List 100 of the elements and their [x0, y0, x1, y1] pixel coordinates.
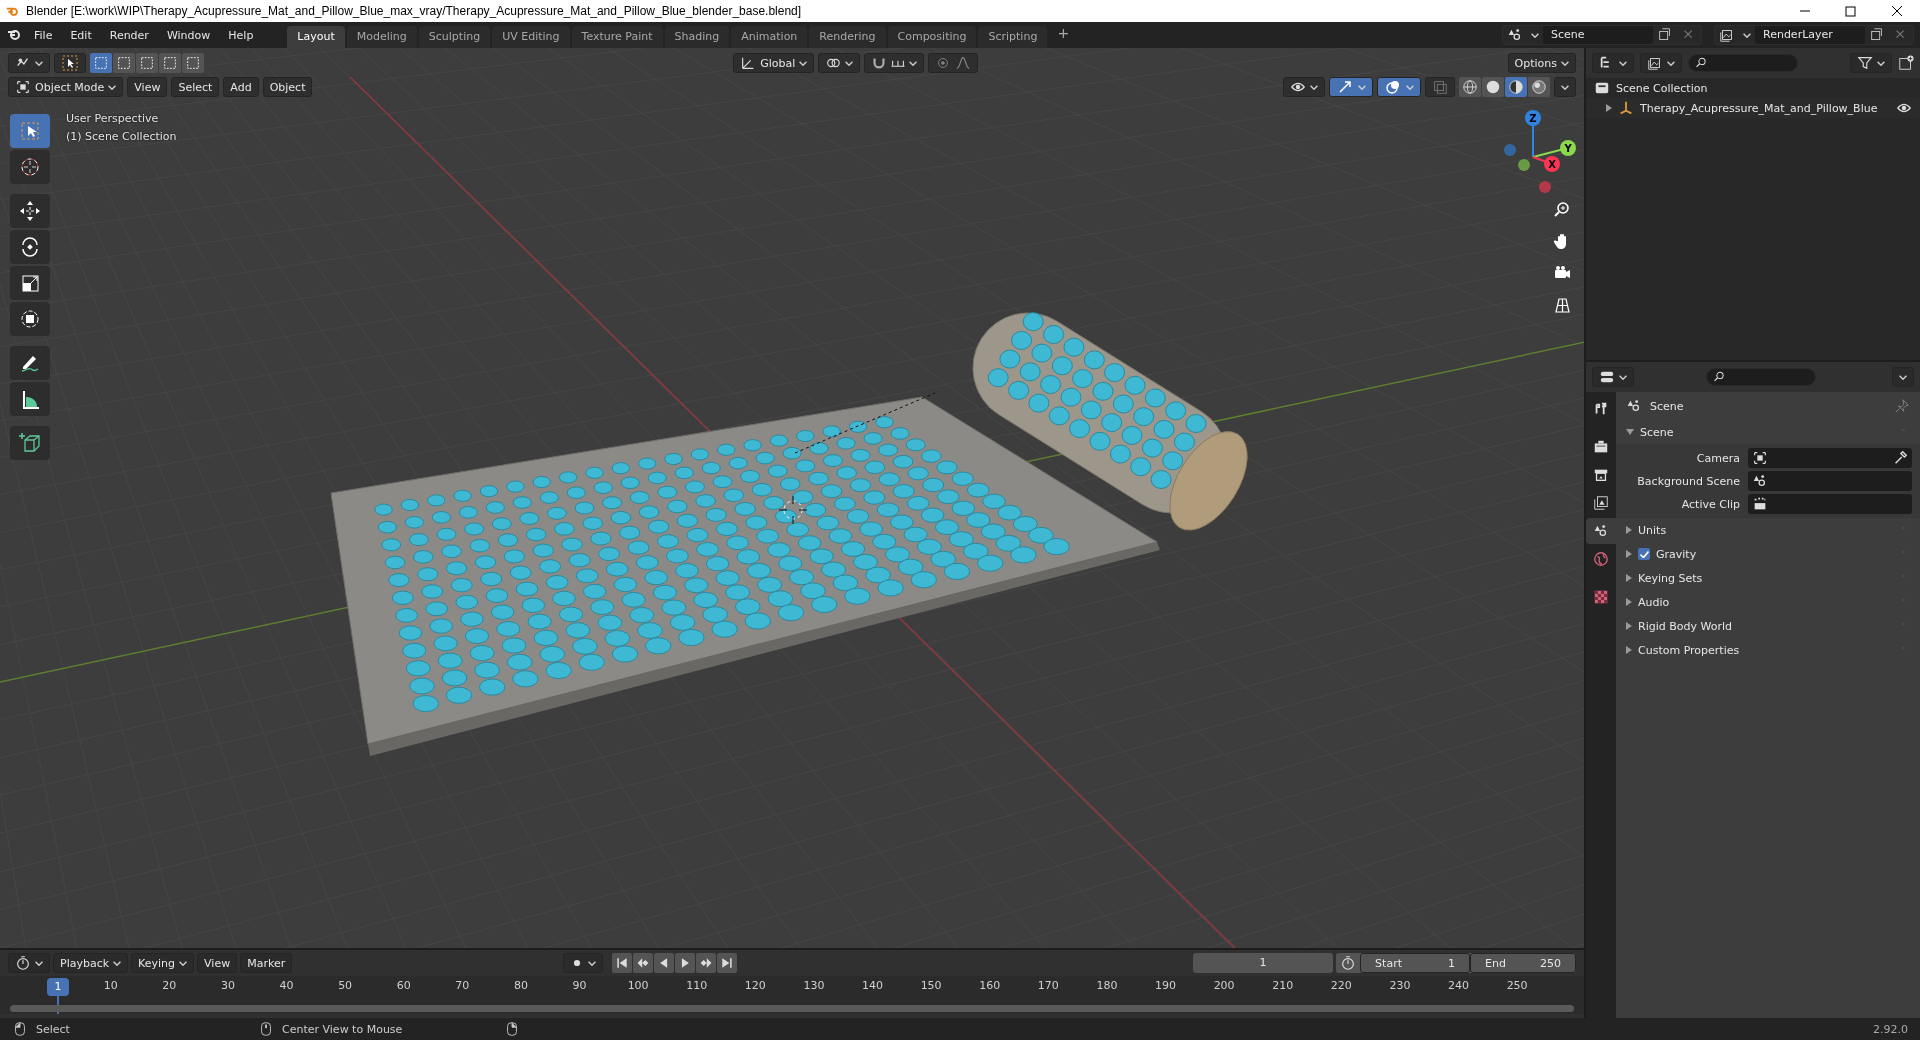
start-frame-field[interactable]: Start 1	[1360, 953, 1471, 973]
panel-header[interactable]: Audio	[1638, 595, 1894, 609]
workspace-tab[interactable]: Texture Paint	[571, 26, 663, 48]
expand-toggle[interactable]	[1626, 526, 1632, 534]
tool-button[interactable]	[10, 302, 50, 336]
filter-dropdown[interactable]	[1850, 53, 1892, 73]
visibility-dropdown[interactable]	[1283, 77, 1325, 97]
menu-item[interactable]: File	[26, 25, 61, 45]
panel-header[interactable]: Custom Properties	[1638, 643, 1894, 657]
menu-item[interactable]: Keying	[131, 953, 195, 973]
perspective-grid-icon[interactable]	[1553, 296, 1571, 314]
outliner-item[interactable]: Therapy_Acupressure_Mat_and_Pillow_Blue	[1640, 101, 1890, 115]
workspace-tab[interactable]: Scripting	[978, 26, 1048, 48]
gizmo-toggle[interactable]	[1329, 77, 1373, 97]
playback-button[interactable]	[696, 953, 717, 973]
workspace-tab[interactable]: Sculpting	[418, 26, 491, 48]
options-dropdown[interactable]	[1892, 367, 1914, 387]
panel-header[interactable]: Units	[1638, 523, 1894, 537]
workspace-tab[interactable]: Compositing	[887, 26, 977, 48]
menu-item[interactable]: Playback	[53, 953, 129, 973]
tool-select-button[interactable]	[54, 53, 86, 73]
view-layer-selector[interactable]: RenderLayer	[1714, 25, 1914, 45]
shading-mode-button[interactable]	[1482, 77, 1504, 97]
properties-tab[interactable]	[1586, 518, 1616, 544]
shading-mode-button[interactable]	[1505, 77, 1527, 97]
menu-item[interactable]: Object	[262, 77, 313, 97]
tool-button[interactable]	[10, 230, 50, 264]
expand-toggle[interactable]	[1626, 429, 1634, 435]
input-field[interactable]	[1748, 471, 1912, 491]
duplicate-icon[interactable]	[1657, 27, 1673, 43]
shading-mode-button[interactable]	[1459, 77, 1481, 97]
workspace-tab[interactable]: Modeling	[346, 26, 417, 48]
overlay-toggle[interactable]	[1377, 77, 1421, 97]
search-field[interactable]	[1688, 54, 1798, 72]
menu-item[interactable]: Render	[101, 25, 157, 45]
display-mode-dropdown[interactable]	[1592, 53, 1634, 73]
playback-button[interactable]	[612, 953, 633, 973]
input-field[interactable]	[1748, 494, 1912, 514]
workspace-tab[interactable]: Layout	[287, 26, 345, 48]
expand-toggle[interactable]	[1626, 622, 1632, 630]
menu-item[interactable]: Select	[171, 77, 220, 97]
expand-toggle[interactable]	[1626, 646, 1632, 654]
playhead[interactable]: 1	[47, 978, 69, 996]
proportional-edit-dropdown[interactable]	[928, 53, 979, 73]
workspace-tab[interactable]: Animation	[731, 26, 808, 48]
tool-button[interactable]	[10, 346, 50, 380]
shading-options-dropdown[interactable]	[1554, 77, 1576, 97]
editor-type-button[interactable]	[8, 53, 50, 73]
menu-item[interactable]: View	[197, 953, 238, 973]
panel-header[interactable]: Keying Sets	[1638, 571, 1894, 585]
menu-item[interactable]: Window	[158, 25, 219, 45]
expand-toggle[interactable]	[1626, 598, 1632, 606]
playback-button[interactable]	[675, 953, 696, 973]
snap-dropdown[interactable]	[864, 53, 925, 73]
axis-handle[interactable]: Z	[1525, 110, 1541, 126]
outliner-item[interactable]: Scene Collection	[1616, 81, 1708, 95]
timeline-scrollbar[interactable]	[10, 1005, 1574, 1012]
pin-icon[interactable]	[1894, 398, 1910, 414]
select-mode-button[interactable]	[136, 53, 158, 73]
menu-item[interactable]: Edit	[62, 25, 100, 45]
panel-header[interactable]: Rigid Body World	[1638, 619, 1894, 633]
current-frame-field[interactable]: 1	[1193, 953, 1334, 973]
search-field[interactable]	[1706, 368, 1816, 386]
options-dropdown[interactable]: Options	[1507, 53, 1576, 73]
duplicate-icon[interactable]	[1869, 27, 1885, 43]
menu-item[interactable]: Add	[223, 77, 259, 97]
expand-toggle[interactable]	[1626, 550, 1632, 558]
xray-toggle[interactable]	[1425, 77, 1455, 97]
mode-dropdown[interactable]: Object Mode	[8, 77, 124, 97]
pivot-dropdown[interactable]	[818, 53, 861, 73]
tool-button[interactable]	[10, 382, 50, 416]
auto-keying-button[interactable]	[563, 953, 604, 973]
menu-item[interactable]: Help	[220, 25, 262, 45]
eyedropper-icon[interactable]	[1892, 450, 1908, 466]
stopwatch-icon[interactable]	[1340, 955, 1357, 971]
axis-handle[interactable]: Y	[1560, 140, 1576, 156]
view-layer-dropdown[interactable]	[1640, 53, 1682, 73]
playback-button[interactable]	[633, 953, 654, 973]
orientation-dropdown[interactable]: Global	[733, 53, 815, 73]
select-mode-button[interactable]	[159, 53, 181, 73]
workspace-tab[interactable]: UV Editing	[492, 26, 570, 48]
select-mode-button[interactable]	[113, 53, 135, 73]
tool-button[interactable]	[10, 194, 50, 228]
add-workspace-button[interactable]: +	[1049, 22, 1078, 48]
scene-selector[interactable]: Scene	[1502, 25, 1702, 45]
shading-mode-button[interactable]	[1528, 77, 1550, 97]
select-mode-button[interactable]	[182, 53, 204, 73]
panel-header[interactable]: Scene	[1640, 425, 1894, 439]
menu-item[interactable]: Marker	[240, 953, 293, 973]
playback-button[interactable]	[717, 953, 738, 973]
workspace-tab[interactable]: Rendering	[809, 26, 886, 48]
playback-button[interactable]	[654, 953, 675, 973]
end-frame-field[interactable]: End 250	[1470, 953, 1576, 973]
checkbox[interactable]	[1638, 548, 1650, 560]
menu-item[interactable]: View	[127, 77, 168, 97]
expand-toggle[interactable]	[1606, 104, 1612, 112]
editor-type-button[interactable]	[8, 953, 50, 973]
workspace-tab[interactable]: Shading	[664, 26, 730, 48]
select-mode-button[interactable]	[90, 53, 112, 73]
tool-button[interactable]	[10, 266, 50, 300]
